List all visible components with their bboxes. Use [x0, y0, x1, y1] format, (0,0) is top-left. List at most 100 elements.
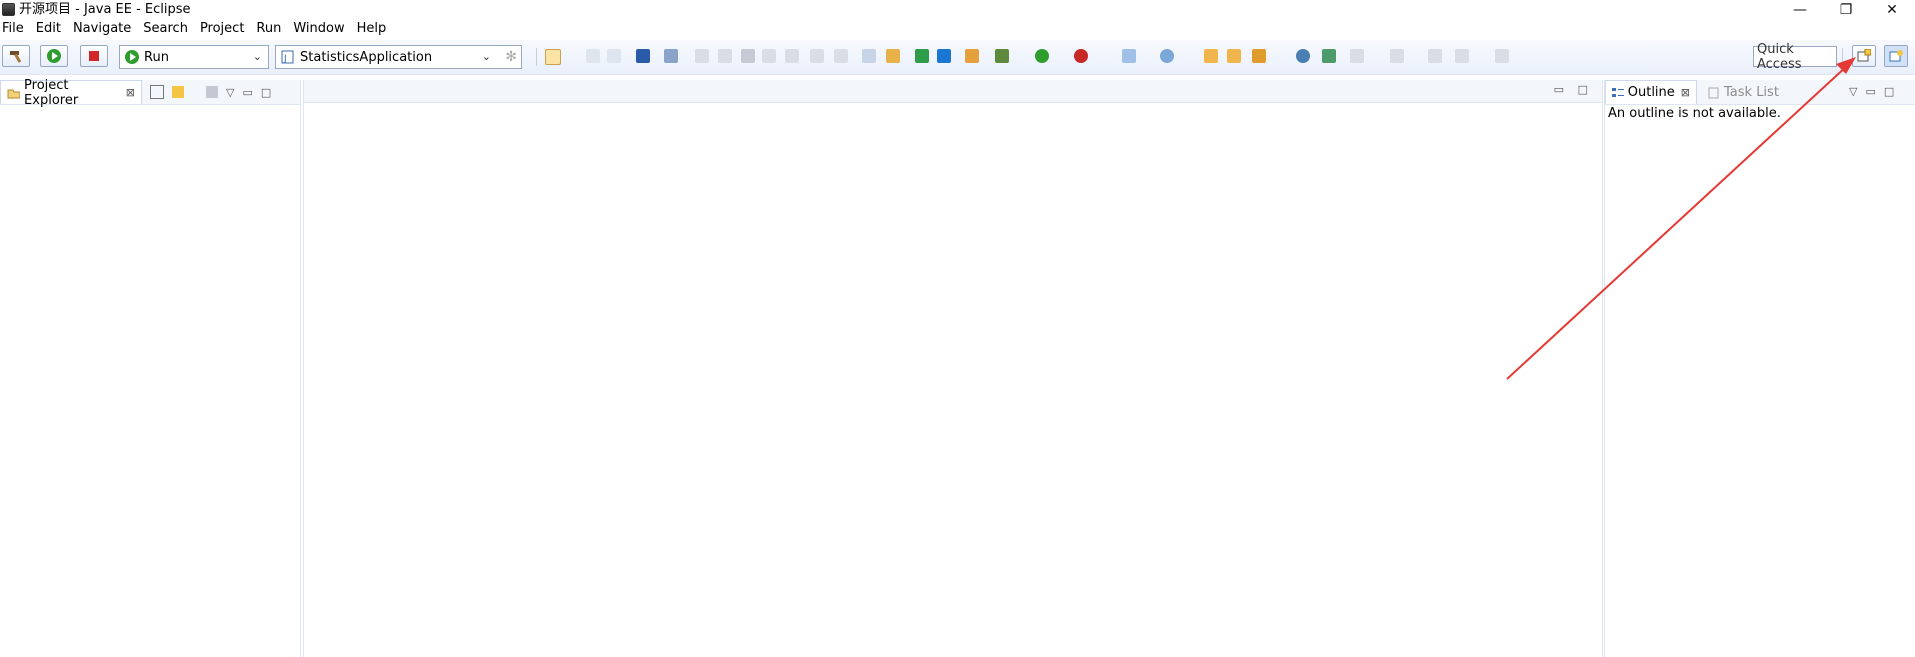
- view-menu-icon[interactable]: ▽: [226, 86, 234, 99]
- open-task-icon[interactable]: [862, 49, 876, 63]
- tab-label: Project Explorer: [24, 77, 79, 108]
- resume-icon[interactable]: [695, 49, 709, 63]
- outline-tabbar: Outline ⊠ Task List ▽ ▭ □: [1605, 80, 1915, 105]
- menu-window[interactable]: Window: [290, 19, 351, 39]
- task-list-icon: [1708, 87, 1719, 98]
- step-into-icon[interactable]: [785, 49, 799, 63]
- tab-outline[interactable]: Outline ⊠: [1605, 80, 1697, 104]
- project-explorer-panel: Project Explorer ⊠ ▽ ▭ □: [0, 78, 301, 657]
- globe-icon[interactable]: [1296, 49, 1310, 63]
- menu-edit[interactable]: Edit: [33, 19, 68, 39]
- project-explorer-tabbar: Project Explorer ⊠ ▽ ▭ □: [0, 78, 300, 108]
- web-services-icon[interactable]: [886, 49, 900, 63]
- debug-icon[interactable]: [995, 49, 1009, 63]
- tab-label: Task List: [1724, 85, 1779, 100]
- maximize-icon[interactable]: □: [1578, 83, 1588, 96]
- restore-button[interactable]: ❐: [1823, 0, 1869, 19]
- suspend-icon[interactable]: [718, 49, 732, 63]
- run-icon[interactable]: [1035, 49, 1049, 63]
- gear-icon[interactable]: ✻: [505, 49, 517, 65]
- new-server-icon[interactable]: [1122, 49, 1136, 63]
- outline-panel: Outline ⊠ Task List ▽ ▭ □ An outline is …: [1604, 80, 1915, 657]
- view-menu-icon[interactable]: ▽: [1849, 85, 1857, 98]
- stop-icon: [89, 51, 99, 61]
- menu-file[interactable]: File: [0, 19, 31, 39]
- outline-icon: [1612, 87, 1624, 97]
- chart-icon[interactable]: [915, 49, 929, 63]
- toolbar-separator: [1842, 48, 1843, 66]
- launch-mode-value: Run: [144, 49, 169, 65]
- window-title: 开源项目 - Java EE - Eclipse: [19, 2, 191, 17]
- window-controls: — ❐ ✕: [1777, 0, 1915, 19]
- launch-run-button[interactable]: [40, 45, 68, 67]
- menu-run[interactable]: Run: [253, 19, 288, 39]
- filter-icon[interactable]: [206, 86, 218, 98]
- text-icon[interactable]: [937, 49, 951, 63]
- markers-icon[interactable]: [965, 49, 979, 63]
- minimize-icon[interactable]: ▭: [1865, 85, 1875, 98]
- prev-annotation-icon[interactable]: [1390, 49, 1404, 63]
- minimize-icon[interactable]: ▭: [1554, 83, 1564, 96]
- launch-config-select[interactable]: J StatisticsApplication ⌄ ✻: [275, 45, 522, 69]
- console-icon[interactable]: [636, 49, 650, 63]
- new-icon[interactable]: [545, 49, 561, 65]
- title-bar: 开源项目 - Java EE - Eclipse — ❐ ✕: [0, 0, 1915, 19]
- next-annotation-icon[interactable]: [1350, 49, 1364, 63]
- hammer-icon: [10, 51, 22, 63]
- javaee-perspective-icon: [1889, 50, 1903, 62]
- main-toolbar: Run ⌄ J StatisticsApplication ⌄ ✻ Quick …: [0, 40, 1915, 75]
- eclipse-app-icon: [2, 3, 15, 16]
- editor-area[interactable]: ▭ □: [303, 80, 1603, 657]
- menu-project[interactable]: Project: [197, 19, 251, 39]
- close-icon[interactable]: ⊠: [126, 86, 135, 99]
- quick-access-field[interactable]: Quick Access: [1753, 42, 1837, 72]
- maximize-icon[interactable]: □: [1884, 85, 1894, 98]
- skip-breakpoints-icon[interactable]: [664, 49, 678, 63]
- folder-icon: [7, 89, 21, 98]
- open-folder-icon[interactable]: [1227, 49, 1241, 63]
- search-icon[interactable]: [1252, 49, 1266, 63]
- coverage-icon[interactable]: [1074, 49, 1088, 63]
- minimize-icon[interactable]: ▭: [242, 86, 252, 99]
- run-icon: [47, 49, 61, 63]
- build-button[interactable]: [2, 45, 30, 67]
- forward-icon[interactable]: [1495, 49, 1509, 63]
- back-icon[interactable]: [1455, 49, 1469, 63]
- chevron-down-icon: ⌄: [481, 50, 491, 63]
- javaee-perspective-button[interactable]: [1884, 45, 1908, 67]
- step-over-icon[interactable]: [810, 49, 824, 63]
- terminate-icon[interactable]: [741, 49, 755, 63]
- menu-search[interactable]: Search: [140, 19, 195, 39]
- step-return-icon[interactable]: [834, 49, 848, 63]
- run-icon: [125, 50, 139, 64]
- stop-button[interactable]: [80, 45, 108, 67]
- save-icon[interactable]: [586, 49, 600, 63]
- collapse-all-icon[interactable]: [150, 85, 164, 99]
- chevron-down-icon: ⌄: [252, 50, 262, 63]
- outline-tools: ▽ ▭ □: [1849, 85, 1894, 98]
- launch-config-value: StatisticsApplication: [300, 49, 433, 65]
- link-editor-icon[interactable]: [172, 86, 184, 98]
- minimize-button[interactable]: —: [1777, 0, 1823, 19]
- disconnect-icon[interactable]: [762, 49, 776, 63]
- close-icon[interactable]: ⊠: [1681, 86, 1690, 99]
- outline-message: An outline is not available.: [1608, 106, 1781, 121]
- close-button[interactable]: ✕: [1869, 0, 1915, 19]
- editor-tabbar: ▭ □: [304, 80, 1602, 103]
- menu-help[interactable]: Help: [354, 19, 394, 39]
- menu-bar: File Edit Navigate Search Project Run Wi…: [0, 19, 1915, 39]
- project-explorer-tools: ▽ ▭ □: [150, 85, 271, 99]
- open-perspective-button[interactable]: [1852, 45, 1876, 67]
- tab-task-list[interactable]: Task List: [1701, 80, 1791, 104]
- tab-label: Outline: [1627, 85, 1675, 100]
- open-type-icon[interactable]: [1204, 49, 1218, 63]
- launch-mode-select[interactable]: Run ⌄: [119, 45, 269, 69]
- last-edit-icon[interactable]: [1428, 49, 1442, 63]
- save-all-icon[interactable]: [607, 49, 621, 63]
- new-wizard-icon[interactable]: [1160, 49, 1174, 63]
- java-app-icon: J: [281, 50, 294, 64]
- pin-icon[interactable]: [1322, 49, 1336, 63]
- menu-navigate[interactable]: Navigate: [70, 19, 138, 39]
- tab-project-explorer[interactable]: Project Explorer ⊠: [0, 78, 142, 108]
- maximize-icon[interactable]: □: [261, 86, 271, 99]
